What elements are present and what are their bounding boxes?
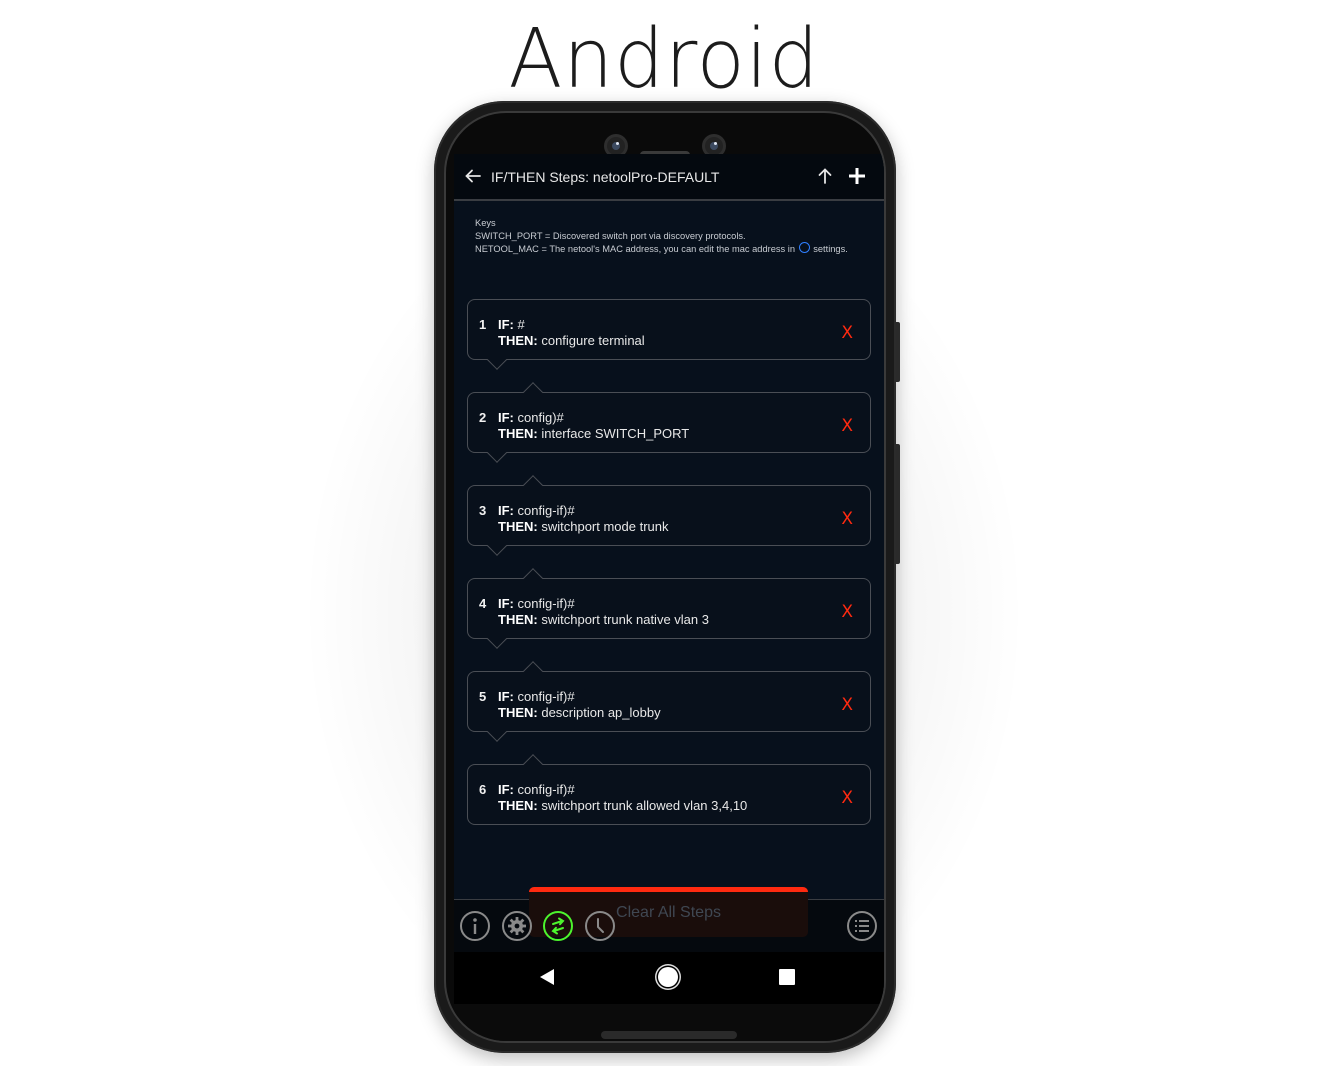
if-label: IF: (498, 689, 514, 704)
then-label: THEN: (498, 426, 538, 441)
step-number: 5 (479, 689, 487, 704)
then-label: THEN: (498, 705, 538, 720)
arrow-up-icon[interactable] (816, 167, 834, 185)
list-icon[interactable] (847, 911, 877, 941)
step-then: THEN: switchport trunk allowed vlan 3,4,… (498, 798, 747, 813)
step-card[interactable]: 5 IF: config-if)# THEN: description ap_l… (467, 661, 871, 742)
then-value: description ap_lobby (541, 705, 661, 720)
phone-bezel: IF/THEN Steps: netoolPro-DEFAULT Keys SW… (444, 111, 886, 1043)
headline: Android (508, 12, 820, 107)
info-icon[interactable] (460, 911, 490, 941)
delete-step-button[interactable]: X (841, 695, 853, 715)
if-label: IF: (498, 782, 514, 797)
step-then: THEN: description ap_lobby (498, 705, 661, 720)
connector-notch (487, 629, 507, 649)
if-value: config-if)# (517, 596, 575, 611)
nav-home-icon[interactable] (658, 967, 678, 987)
if-value: # (517, 317, 525, 332)
step-card[interactable]: 6 IF: config-if)# THEN: switchport trunk… (467, 754, 871, 825)
step-number: 1 (479, 317, 487, 332)
if-value: config-if)# (517, 503, 575, 518)
then-value: configure terminal (541, 333, 645, 348)
step-number: 6 (479, 782, 487, 797)
arrow-left-icon[interactable] (464, 167, 482, 185)
step-if: IF: config-if)# (498, 503, 575, 518)
if-value: config)# (517, 410, 564, 425)
step-card[interactable]: 1 IF: # THEN: configure terminal X (467, 299, 871, 370)
delete-step-button[interactable]: X (841, 323, 853, 343)
connector-notch (523, 568, 543, 588)
keys-netool-mac: NETOOL_MAC = The netool's MAC address, y… (475, 242, 848, 256)
step-number: 4 (479, 596, 487, 611)
power-button (896, 322, 900, 382)
then-label: THEN: (498, 798, 538, 813)
keys-legend: Keys SWITCH_PORT = Discovered switch por… (475, 217, 848, 256)
delete-step-button[interactable]: X (841, 602, 853, 622)
if-label: IF: (498, 503, 514, 518)
connector-notch (523, 382, 543, 402)
then-value: switchport trunk allowed vlan 3,4,10 (541, 798, 748, 813)
step-number: 2 (479, 410, 487, 425)
step-then: THEN: configure terminal (498, 333, 645, 348)
step-number: 3 (479, 503, 487, 518)
volume-button (896, 444, 900, 564)
page-title: IF/THEN Steps: netoolPro-DEFAULT (491, 169, 720, 185)
step-then: THEN: switchport mode trunk (498, 519, 669, 534)
step-if: IF: config-if)# (498, 689, 575, 704)
delete-step-button[interactable]: X (841, 416, 853, 436)
if-label: IF: (498, 410, 514, 425)
step-if: IF: # (498, 317, 525, 332)
connector-notch (487, 536, 507, 556)
step-if: IF: config)# (498, 410, 564, 425)
nav-recents-icon[interactable] (779, 969, 795, 985)
app-screen: IF/THEN Steps: netoolPro-DEFAULT Keys SW… (454, 154, 884, 1004)
then-label: THEN: (498, 519, 538, 534)
then-value: switchport mode trunk (541, 519, 669, 534)
connector-notch (487, 722, 507, 742)
step-card[interactable]: 4 IF: config-if)# THEN: switchport trunk… (467, 568, 871, 649)
connector-notch (523, 661, 543, 681)
android-nav-bar (454, 952, 884, 1004)
app-bar: IF/THEN Steps: netoolPro-DEFAULT (454, 154, 884, 201)
keys-switch-port: SWITCH_PORT = Discovered switch port via… (475, 230, 746, 241)
connector-notch (523, 754, 543, 774)
keys-netool-mac-text: NETOOL_MAC = The netool's MAC address, y… (475, 244, 796, 254)
step-card[interactable]: 2 IF: config)# THEN: interface SWITCH_PO… (467, 382, 871, 463)
then-value: switchport trunk native vlan 3 (541, 612, 709, 627)
if-label: IF: (498, 596, 514, 611)
then-label: THEN: (498, 333, 538, 348)
if-value: config-if)# (517, 689, 575, 704)
connector-notch (487, 350, 507, 370)
then-label: THEN: (498, 612, 538, 627)
step-if: IF: config-if)# (498, 782, 575, 797)
swap-arrows-icon[interactable] (543, 911, 573, 941)
step-if: IF: config-if)# (498, 596, 575, 611)
then-value: interface SWITCH_PORT (541, 426, 690, 441)
nav-back-icon[interactable] (540, 969, 554, 985)
keys-heading: Keys (475, 218, 496, 228)
if-value: config-if)# (517, 782, 575, 797)
step-then: THEN: switchport trunk native vlan 3 (498, 612, 709, 627)
delete-step-button[interactable]: X (841, 509, 853, 529)
step-then: THEN: interface SWITCH_PORT (498, 426, 689, 441)
settings-icon (798, 242, 810, 253)
home-indicator (601, 1031, 737, 1039)
plus-icon[interactable] (847, 166, 867, 186)
delete-step-button[interactable]: X (841, 788, 853, 808)
connector-notch (487, 443, 507, 463)
if-label: IF: (498, 317, 514, 332)
connector-notch (523, 475, 543, 495)
keys-netool-mac-suffix: settings. (813, 244, 848, 254)
clock-icon[interactable] (585, 911, 615, 941)
step-card[interactable]: 3 IF: config-if)# THEN: switchport mode … (467, 475, 871, 556)
phone-frame: IF/THEN Steps: netoolPro-DEFAULT Keys SW… (434, 101, 900, 1053)
gear-icon[interactable] (502, 911, 532, 941)
